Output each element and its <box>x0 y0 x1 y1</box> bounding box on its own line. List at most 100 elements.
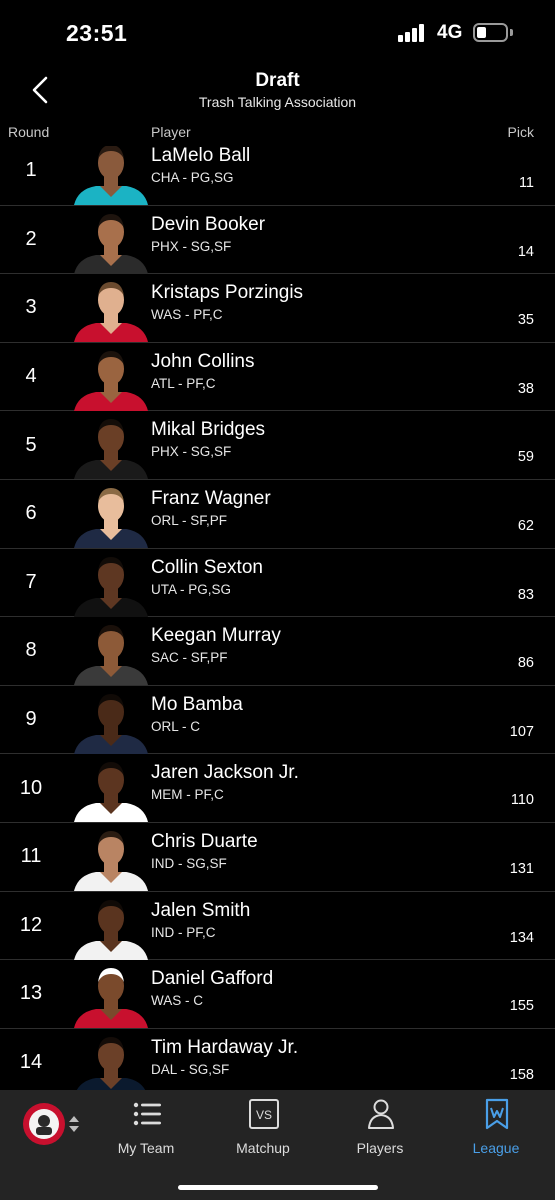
player-headshot <box>70 758 152 823</box>
draft-pick-row[interactable]: 14 Tim Hardaway Jr. DAL - SG,SF 158 <box>0 1029 555 1090</box>
pick-number: 14 <box>517 243 534 260</box>
player-headshot <box>70 621 152 686</box>
draft-pick-row[interactable]: 11 Chris Duarte IND - SG,SF 131 <box>0 823 555 892</box>
round-number: 6 <box>25 502 37 525</box>
svg-text:VS: VS <box>256 1108 272 1122</box>
signal-icon <box>398 24 428 42</box>
pick-number: 62 <box>517 518 534 534</box>
tab-label: Matchup <box>236 1140 290 1156</box>
person-icon <box>368 1099 394 1129</box>
round-number: 2 <box>25 227 37 250</box>
player-headshot <box>70 964 152 1029</box>
player-headshot <box>70 553 152 617</box>
player-name: Chris Duarte <box>151 831 258 852</box>
player-name: LaMelo Ball <box>151 146 251 166</box>
draft-pick-row[interactable]: 6 Franz Wagner ORL - SF,PF 62 <box>0 480 555 549</box>
battery-icon <box>473 23 508 42</box>
vs-icon: VS <box>249 1099 279 1129</box>
player-name: Franz Wagner <box>151 488 271 509</box>
league-name: Trash Talking Association <box>198 94 357 110</box>
player-name: Mo Bamba <box>151 693 243 715</box>
pick-number: 107 <box>509 723 534 740</box>
draft-pick-row[interactable]: 7 Collin Sexton UTA - PG,SG 83 <box>0 549 555 618</box>
player-name: Mikal Bridges <box>151 419 266 441</box>
player-team-position: IND - PF,C <box>151 924 216 940</box>
pick-number: 11 <box>518 175 534 191</box>
tab-label: League <box>472 1140 520 1156</box>
bookmark-icon <box>485 1098 509 1130</box>
column-header-round: Round <box>8 124 50 140</box>
network-type: 4G <box>437 22 463 43</box>
pick-number: 83 <box>517 586 534 603</box>
tab-my-team[interactable]: My Team <box>96 1098 196 1162</box>
player-headshot <box>70 278 152 343</box>
player-name: John Collins <box>151 350 255 372</box>
player-team-position: ORL - C <box>151 718 201 734</box>
pick-number: 86 <box>517 655 534 672</box>
tab-label: My Team <box>117 1140 175 1156</box>
round-number: 4 <box>25 365 37 388</box>
draft-pick-row[interactable]: 2 Devin Booker PHX - SG,SF 14 <box>0 206 555 275</box>
player-team-position: IND - SG,SF <box>151 856 227 871</box>
team-logo-avatar[interactable] <box>22 1102 66 1146</box>
player-name: Jalen Smith <box>151 899 251 921</box>
player-team-position: PHX - SG,SF <box>151 238 232 254</box>
player-team-position: SAC - SF,PF <box>151 650 228 666</box>
player-team-position: ORL - SF,PF <box>151 513 228 528</box>
draft-pick-row[interactable]: 13 Daniel Gafford WAS - C 155 <box>0 960 555 1029</box>
home-indicator[interactable] <box>178 1185 378 1190</box>
player-name: Devin Booker <box>151 213 266 235</box>
round-number: 7 <box>25 570 37 593</box>
round-number: 10 <box>19 776 43 799</box>
round-number: 14 <box>19 1051 43 1074</box>
player-headshot <box>70 484 152 548</box>
tab-bar: My Team VS Matchup Players League <box>0 1090 555 1200</box>
player-team-position: DAL - SG,SF <box>151 1061 230 1077</box>
draft-pick-row[interactable]: 1 LaMelo Ball CHA - PG,SG 11 <box>0 146 555 206</box>
tab-league[interactable]: League <box>446 1098 546 1162</box>
player-team-position: WAS - PF,C <box>151 307 223 323</box>
battery-tip <box>510 29 513 36</box>
pick-number: 110 <box>510 792 534 809</box>
player-name: Collin Sexton <box>151 556 263 578</box>
pick-number: 155 <box>509 998 534 1015</box>
tab-matchup[interactable]: VS Matchup <box>213 1098 313 1162</box>
player-headshot <box>70 1033 152 1090</box>
round-number: 3 <box>25 296 37 319</box>
draft-pick-row[interactable]: 10 Jaren Jackson Jr. MEM - PF,C 110 <box>0 754 555 823</box>
tab-label: Players <box>356 1140 404 1156</box>
pick-number: 131 <box>509 861 534 877</box>
pick-number: 134 <box>509 929 534 946</box>
draft-pick-row[interactable]: 9 Mo Bamba ORL - C 107 <box>0 686 555 755</box>
column-header-player: Player <box>151 124 191 140</box>
round-number: 12 <box>19 913 43 936</box>
player-headshot <box>70 690 152 754</box>
player-headshot <box>70 827 152 891</box>
player-team-position: CHA - PG,SG <box>151 170 234 185</box>
player-name: Tim Hardaway Jr. <box>151 1036 299 1058</box>
player-team-position: WAS - C <box>151 993 203 1009</box>
player-team-position: ATL - PF,C <box>151 375 216 391</box>
draft-pick-row[interactable]: 5 Mikal Bridges PHX - SG,SF 59 <box>0 411 555 480</box>
player-name: Kristaps Porzingis <box>151 282 304 304</box>
status-bar: 23:51 4G <box>0 0 555 64</box>
tab-players[interactable]: Players <box>330 1098 430 1162</box>
player-name: Daniel Gafford <box>151 968 274 990</box>
draft-pick-list[interactable]: 1 LaMelo Ball CHA - PG,SG 11 2 Devin Booker PH… <box>0 146 555 1090</box>
player-headshot <box>70 146 152 205</box>
player-team-position: PHX - SG,SF <box>151 444 232 460</box>
column-header-pick: Pick <box>507 124 534 140</box>
team-switcher-icon[interactable] <box>68 1112 80 1136</box>
player-headshot <box>70 896 152 960</box>
player-name: Keegan Murray <box>151 625 281 647</box>
round-number: 5 <box>25 433 37 456</box>
draft-pick-row[interactable]: 8 Keegan Murray SAC - SF,PF 86 <box>0 617 555 686</box>
player-name: Jaren Jackson Jr. <box>151 762 299 784</box>
draft-pick-row[interactable]: 12 Jalen Smith IND - PF,C 134 <box>0 892 555 961</box>
player-headshot <box>70 210 152 274</box>
pick-number: 35 <box>517 312 534 329</box>
draft-pick-row[interactable]: 3 Kristaps Porzingis WAS - PF,C 35 <box>0 274 555 343</box>
player-headshot <box>70 347 152 411</box>
draft-pick-row[interactable]: 4 John Collins ATL - PF,C 38 <box>0 343 555 412</box>
pick-number: 38 <box>517 380 534 397</box>
